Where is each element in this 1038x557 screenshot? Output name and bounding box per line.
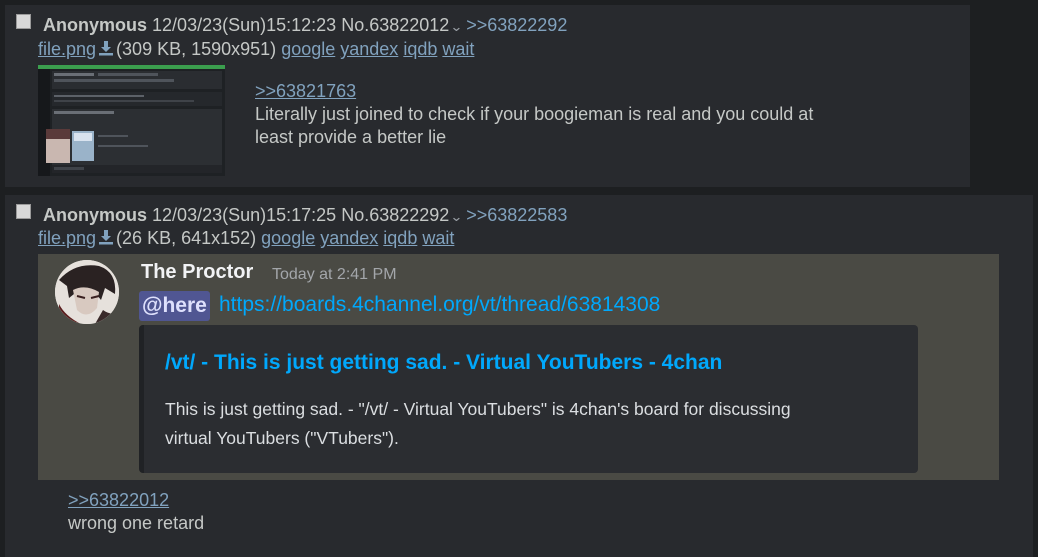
file-link[interactable]: file.png [38, 39, 96, 59]
post-image-thumbnail[interactable] [38, 65, 225, 176]
discord-mention: @here [139, 291, 210, 321]
post-number[interactable]: No.63822012 [341, 15, 449, 35]
thumbnail-image [38, 65, 225, 176]
reply-post: Anonymous 12/03/23(Sun)15:12:23 No.63822… [5, 5, 970, 187]
quote-link[interactable]: >>63821763 [255, 80, 813, 103]
discord-embed: /vt/ - This is just getting sad. - Virtu… [139, 325, 918, 473]
download-icon[interactable] [98, 229, 114, 245]
post-header: Anonymous 12/03/23(Sun)15:17:25 No.63822… [43, 204, 567, 228]
search-iqdb-link[interactable]: iqdb [383, 228, 417, 248]
file-info: file.png (26 KB, 641x152) google yandex i… [38, 227, 454, 249]
discord-timestamp: Today at 2:41 PM [272, 266, 397, 283]
post-header: Anonymous 12/03/23(Sun)15:12:23 No.63822… [43, 14, 567, 38]
message-line: Literally just joined to check if your b… [255, 104, 814, 124]
chevron-down-icon[interactable]: ⌄ [450, 16, 463, 38]
file-meta: (26 KB, 641x152) [116, 228, 257, 248]
reply-post: Anonymous 12/03/23(Sun)15:17:25 No.63822… [5, 195, 1033, 557]
embed-desc-line: This is just getting sad. - "/vt/ - Virt… [165, 399, 791, 419]
post-datetime: 12/03/23(Sun)15:12:23 [152, 15, 337, 35]
message-line: least provide a better lie [255, 127, 447, 147]
embed-desc-line: virtual YouTubers ("VTubers"). [165, 428, 399, 448]
poster-name: Anonymous [43, 205, 148, 225]
discord-author: The Proctor [141, 261, 254, 283]
search-google-link[interactable]: google [261, 228, 315, 248]
embed-title: /vt/ - This is just getting sad. - Virtu… [165, 351, 723, 374]
chevron-down-icon[interactable]: ⌄ [450, 206, 463, 228]
file-link[interactable]: file.png [38, 228, 96, 248]
embed-description: This is just getting sad. - "/vt/ - Virt… [165, 395, 905, 453]
file-info: file.png (309 KB, 1590x951) google yandex… [38, 38, 474, 60]
search-yandex-link[interactable]: yandex [340, 39, 398, 59]
poster-name: Anonymous [43, 15, 148, 35]
search-iqdb-link[interactable]: iqdb [403, 39, 437, 59]
file-meta: (309 KB, 1590x951) [116, 39, 277, 59]
discord-url: https://boards.4channel.org/vt/thread/63… [219, 293, 661, 316]
quote-link[interactable]: >>63822012 [68, 489, 204, 512]
search-wait-link[interactable]: wait [422, 228, 454, 248]
download-icon[interactable] [98, 40, 114, 56]
post-image-discord-screenshot[interactable]: The Proctor Today at 2:41 PM @here https… [38, 254, 999, 480]
search-yandex-link[interactable]: yandex [320, 228, 378, 248]
backlink[interactable]: >>63822292 [466, 15, 567, 35]
post-message: >>63821763 Literally just joined to chec… [255, 80, 813, 149]
post-select-checkbox[interactable] [16, 204, 31, 219]
post-datetime: 12/03/23(Sun)15:17:25 [152, 205, 337, 225]
post-message: >>63822012 wrong one retard [68, 489, 204, 535]
search-google-link[interactable]: google [281, 39, 335, 59]
search-wait-link[interactable]: wait [442, 39, 474, 59]
post-select-checkbox[interactable] [16, 14, 31, 29]
avatar [55, 260, 119, 324]
post-number[interactable]: No.63822292 [341, 205, 449, 225]
backlink[interactable]: >>63822583 [466, 205, 567, 225]
message-line: wrong one retard [68, 513, 205, 533]
